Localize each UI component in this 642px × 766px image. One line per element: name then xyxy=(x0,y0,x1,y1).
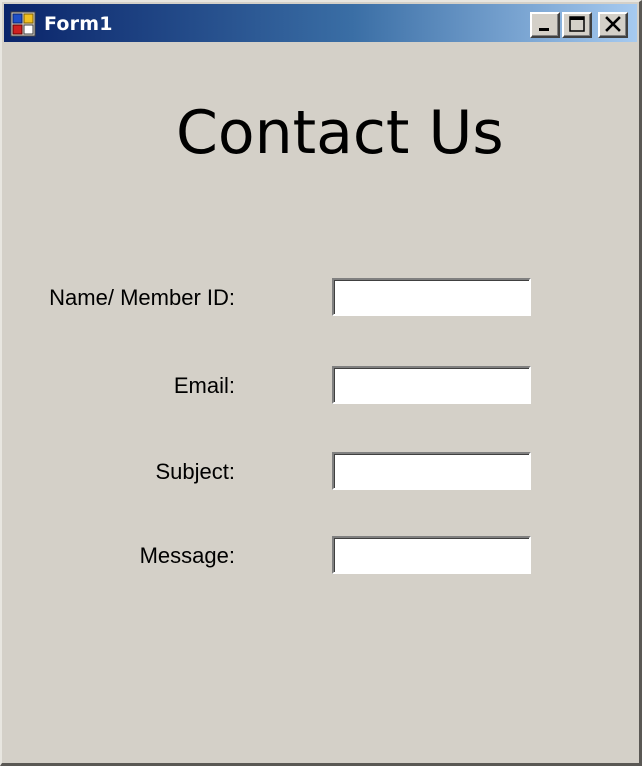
close-button[interactable] xyxy=(598,12,628,38)
title-bar[interactable]: Form1 xyxy=(4,4,637,42)
name-member-id-label: Name/ Member ID: xyxy=(49,285,235,310)
email-label: Email: xyxy=(173,373,235,398)
window-title: Form1 xyxy=(44,13,113,35)
subject-input[interactable] xyxy=(332,452,531,490)
message-label: Message: xyxy=(139,543,235,568)
page-heading: Contact Us xyxy=(176,98,504,168)
minimize-button[interactable] xyxy=(530,12,560,38)
minimize-icon xyxy=(539,28,549,31)
email-input[interactable] xyxy=(332,366,531,404)
application-icon[interactable] xyxy=(10,11,36,37)
name-member-id-input[interactable] xyxy=(332,278,531,316)
maximize-icon xyxy=(569,16,585,32)
form1-window: Form1 Contact Us Name/ Member ID: Email:… xyxy=(0,0,642,766)
maximize-button[interactable] xyxy=(562,12,592,38)
close-icon xyxy=(605,16,621,32)
subject-label: Subject: xyxy=(155,459,236,484)
message-input[interactable] xyxy=(332,536,531,574)
